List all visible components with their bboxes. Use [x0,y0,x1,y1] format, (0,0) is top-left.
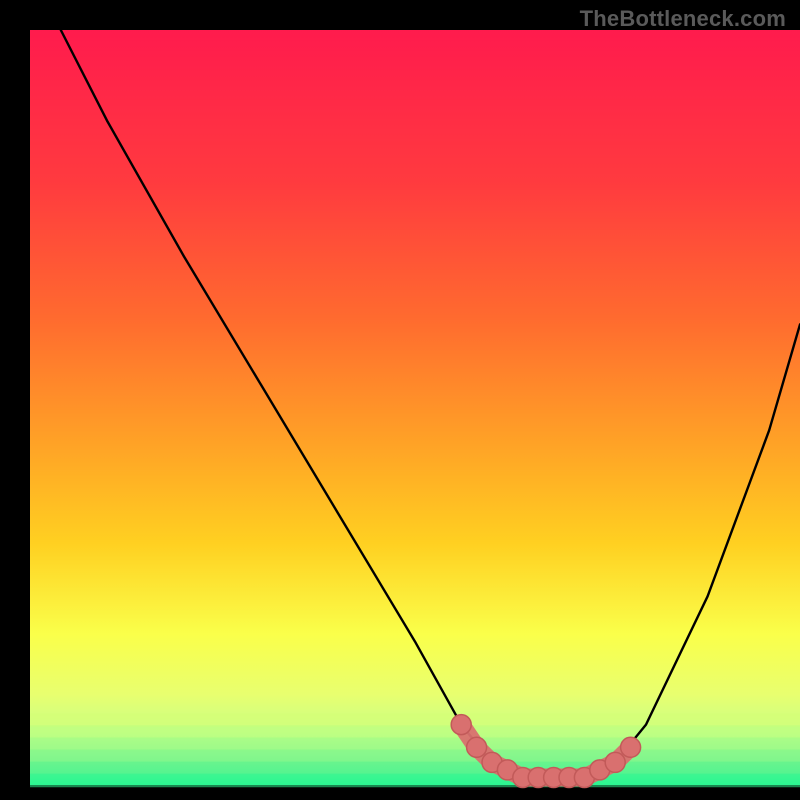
bottom-bands [30,713,800,787]
plot-background [30,30,800,785]
chart-svg [0,0,800,800]
trough-marker-dot [451,715,471,735]
trough-marker-dot [605,752,625,772]
trough-marker-dot [467,737,487,757]
chart-stage: TheBottleneck.com [0,0,800,800]
trough-marker-dot [621,737,641,757]
watermark-text: TheBottleneck.com [580,6,786,32]
